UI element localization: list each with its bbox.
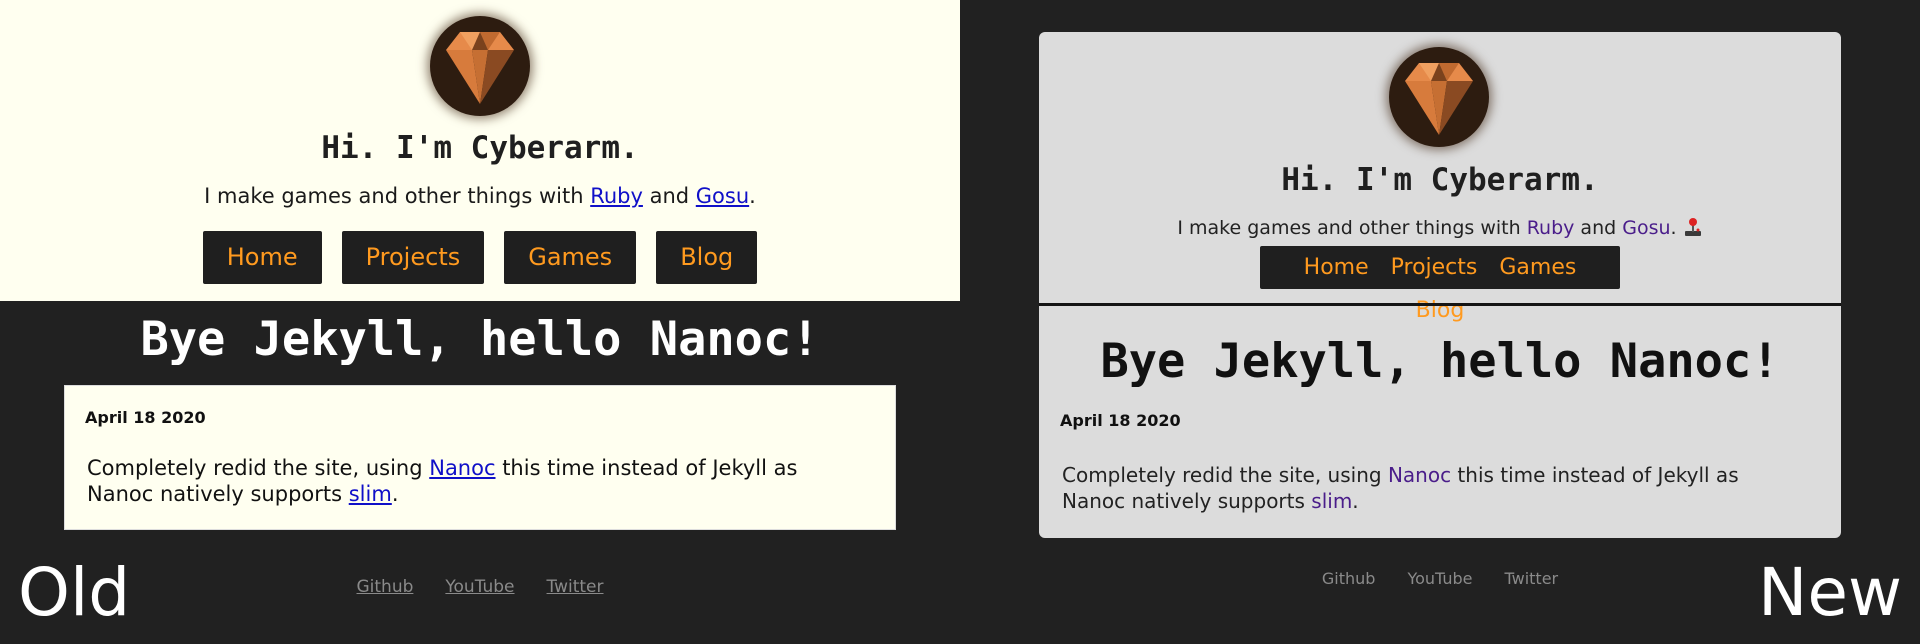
post-text: .	[1352, 489, 1359, 513]
footer-youtube-link[interactable]: YouTube	[445, 577, 514, 597]
nav-home-button[interactable]: Home	[202, 231, 322, 284]
post-body: Completely redid the site, using Nanoc t…	[1062, 462, 1802, 514]
footer-twitter-link[interactable]: Twitter	[547, 577, 604, 597]
post-card: April 18 2020 Completely redid the site,…	[64, 385, 896, 530]
tagline-text: .	[749, 184, 756, 208]
post-title: Bye Jekyll, hello Nanoc!	[140, 312, 820, 367]
footer: Github YouTube Twitter	[0, 577, 960, 597]
nav-blog-button[interactable]: Blog	[656, 231, 758, 284]
new-label: New	[1758, 554, 1902, 631]
diamond-gem-icon	[446, 32, 514, 104]
post-date: April 18 2020	[85, 408, 206, 427]
footer-github-link[interactable]: Github	[356, 577, 413, 597]
footer-twitter-link[interactable]: Twitter	[1505, 569, 1559, 588]
nanoc-link[interactable]: Nanoc	[429, 456, 495, 480]
post-text: .	[391, 482, 399, 506]
slim-link[interactable]: slim	[349, 482, 392, 506]
avatar-diamond-icon[interactable]	[430, 16, 530, 116]
post-title: Bye Jekyll, hello Nanoc!	[1100, 334, 1780, 389]
tagline-text: I make games and other things with	[1177, 217, 1527, 239]
post-date: April 18 2020	[1060, 411, 1181, 430]
header-divider	[1039, 303, 1841, 306]
ruby-link[interactable]: Ruby	[1527, 217, 1575, 239]
old-header: Hi. I'm Cyberarm. I make games and other…	[0, 0, 960, 301]
gosu-link[interactable]: Gosu	[696, 184, 749, 208]
nav-projects-button[interactable]: Projects	[1380, 246, 1489, 289]
gosu-link[interactable]: Gosu	[1622, 217, 1670, 239]
footer: Github YouTube Twitter	[1039, 569, 1841, 588]
tagline: I make games and other things with Ruby …	[0, 182, 960, 210]
nav-projects-button[interactable]: Projects	[341, 231, 485, 284]
tagline-text: I make games and other things with	[204, 184, 591, 208]
tagline-text: and	[642, 184, 696, 208]
site-title: Hi. I'm Cyberarm.	[321, 130, 639, 166]
joystick-icon	[1684, 218, 1701, 236]
main-nav: Home Projects GamesBlog	[1260, 246, 1620, 323]
slim-link[interactable]: slim	[1311, 489, 1352, 513]
diamond-gem-icon	[1405, 63, 1473, 135]
nav-games-button[interactable]: Games	[1488, 246, 1587, 289]
tagline-text: and	[1574, 217, 1623, 239]
nanoc-link[interactable]: Nanoc	[1388, 463, 1451, 487]
tagline: I make games and other things with Ruby …	[1039, 215, 1841, 241]
main-nav: Home Projects Games Blog	[0, 231, 960, 284]
footer-youtube-link[interactable]: YouTube	[1407, 569, 1472, 588]
new-card: Hi. I'm Cyberarm. I make games and other…	[1039, 32, 1841, 538]
old-label: Old	[18, 554, 131, 631]
nav-home-button[interactable]: Home	[1293, 246, 1380, 289]
nav-games-button[interactable]: Games	[504, 231, 637, 284]
post-body: Completely redid the site, using Nanoc t…	[87, 455, 847, 507]
footer-github-link[interactable]: Github	[1322, 569, 1376, 588]
avatar-diamond-icon[interactable]	[1389, 47, 1489, 147]
post-text: Completely redid the site, using	[87, 456, 430, 480]
ruby-link[interactable]: Ruby	[590, 184, 643, 208]
tagline-text: .	[1670, 217, 1683, 239]
nav-blog-button[interactable]: Blog	[1405, 289, 1476, 332]
post-text: Completely redid the site, using	[1062, 463, 1388, 487]
site-title: Hi. I'm Cyberarm.	[1281, 162, 1599, 198]
